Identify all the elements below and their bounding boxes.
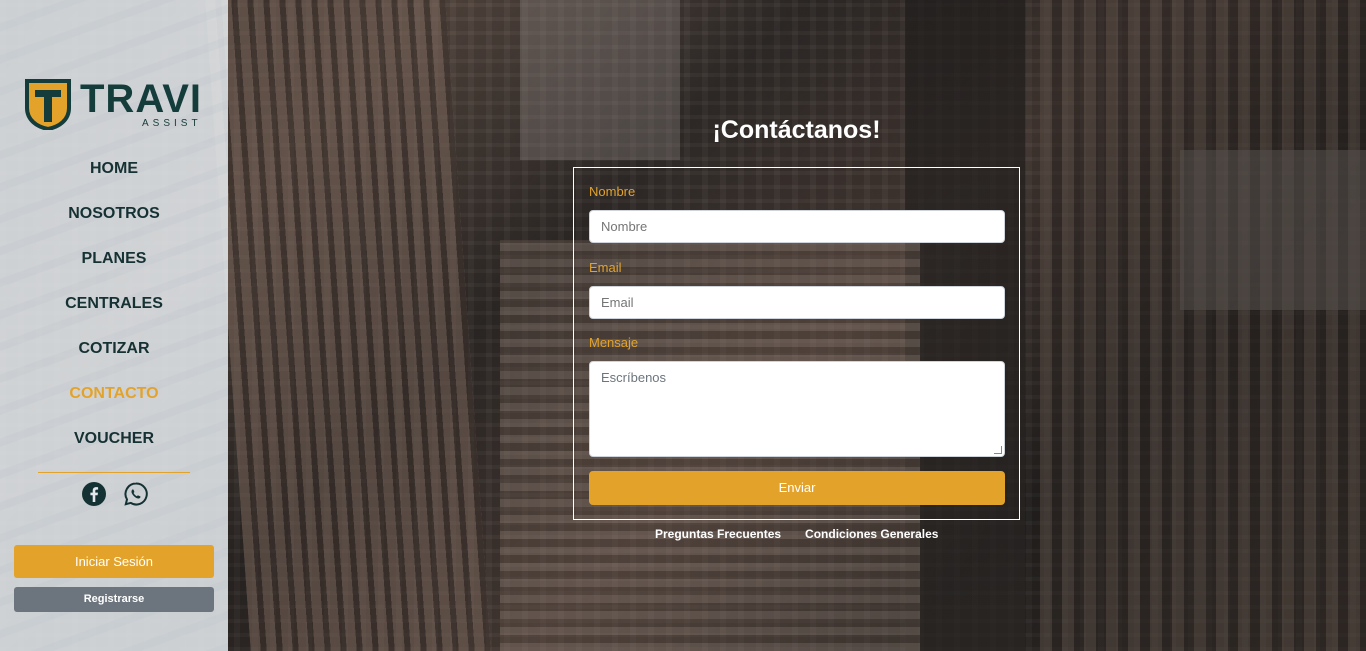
name-label: Nombre — [589, 184, 636, 199]
brand-logo[interactable]: TRAVI ASSIST — [24, 76, 208, 132]
terms-link[interactable]: Condiciones Generales — [805, 527, 938, 541]
brand-name: TRAVI — [80, 77, 203, 121]
brand-tagline: ASSIST — [142, 118, 202, 129]
nav-item-cotizar[interactable]: COTIZAR — [0, 326, 228, 371]
main-nav: HOME NOSOTROS PLANES CENTRALES COTIZAR C… — [0, 146, 228, 461]
sidebar: TRAVI ASSIST HOME NOSOTROS PLANES CENTRA… — [0, 0, 228, 651]
message-textarea[interactable]: Escríbenos — [589, 361, 1005, 457]
footer-links: Preguntas Frecuentes Condiciones Generale… — [655, 527, 938, 541]
nav-item-nosotros[interactable]: NOSOTROS — [0, 191, 228, 236]
page-title: ¡Contáctanos! — [712, 116, 881, 144]
register-button[interactable]: Registrarse — [14, 587, 214, 612]
message-placeholder: Escríbenos — [601, 370, 667, 385]
shield-logo-icon — [25, 79, 71, 130]
message-label: Mensaje — [589, 335, 639, 350]
nav-item-voucher[interactable]: VOUCHER — [0, 416, 228, 461]
nav-item-planes[interactable]: PLANES — [0, 236, 228, 281]
whatsapp-icon[interactable] — [123, 481, 149, 507]
name-input[interactable] — [589, 210, 1005, 243]
nav-item-contacto[interactable]: CONTACTO — [0, 371, 228, 416]
email-label: Email — [589, 260, 622, 275]
sidebar-divider — [38, 472, 190, 473]
email-input[interactable] — [589, 286, 1005, 319]
nav-item-centrales[interactable]: CENTRALES — [0, 281, 228, 326]
facebook-icon[interactable] — [81, 481, 107, 507]
login-button[interactable]: Iniciar Sesión — [14, 545, 214, 578]
nav-item-home[interactable]: HOME — [0, 146, 228, 191]
contact-form: Nombre Email Mensaje Escríbenos Enviar — [573, 167, 1020, 520]
faq-link[interactable]: Preguntas Frecuentes — [655, 527, 781, 541]
social-links — [80, 481, 150, 509]
submit-button[interactable]: Enviar — [589, 471, 1005, 505]
resize-handle-icon[interactable] — [994, 446, 1002, 454]
